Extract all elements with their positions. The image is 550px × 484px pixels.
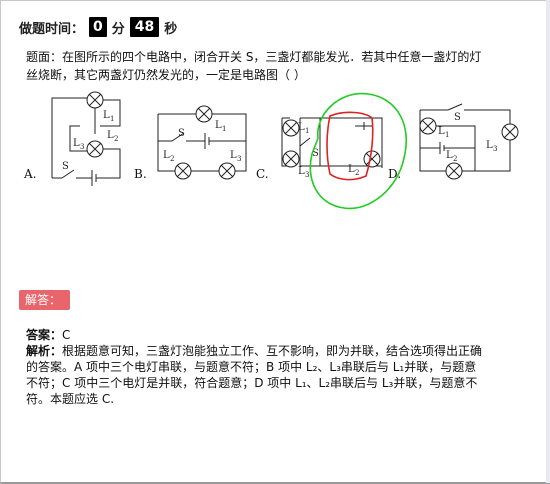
svg-text:3: 3 <box>305 171 309 179</box>
analysis-label: 解析： <box>26 344 63 358</box>
svg-text:2: 2 <box>114 135 118 143</box>
svg-text:L: L <box>486 140 493 151</box>
svg-text:2: 2 <box>453 155 457 163</box>
svg-text:2: 2 <box>170 155 174 163</box>
answer-line: 答案：C <box>26 327 550 343</box>
analysis-line-1: 解析：根据题意可知，三盏灯泡能独立工作、互不影响，即为并联，结合选项得出正确 <box>26 343 550 359</box>
svg-text:L: L <box>446 150 453 161</box>
timer-minutes: 0 <box>89 17 107 37</box>
option-c-label: C. <box>256 167 269 181</box>
svg-text:L: L <box>298 122 305 133</box>
timer: 做题时间： 0 分 48 秒 <box>19 16 177 38</box>
svg-text:L: L <box>215 120 222 131</box>
svg-text:S: S <box>62 161 69 172</box>
question-text: 题面：在图所示的四个电路中，闭合开关 S，三盏灯都能发光．若其中任意一盏灯的灯 … <box>26 48 550 84</box>
analysis-line-4: 符。本题应选 C. <box>26 392 115 406</box>
svg-text:3: 3 <box>493 145 497 153</box>
svg-text:2: 2 <box>355 169 359 177</box>
svg-text:1: 1 <box>305 127 309 135</box>
svg-text:1: 1 <box>445 131 449 139</box>
svg-text:L: L <box>163 150 170 161</box>
svg-text:L: L <box>107 130 114 141</box>
analysis-text-1: 根据题意可知，三盏灯泡能独立工作、互不影响，即为并联，结合选项得出正确 <box>62 344 483 358</box>
svg-text:L: L <box>438 126 445 137</box>
svg-text:L: L <box>73 138 80 149</box>
option-d-label: D. <box>388 167 402 181</box>
analysis-line-2: 的答案。A 项中三个电灯串联，与题意不符；B 项中 L₂、L₃串联后与 L₁并联… <box>26 360 477 374</box>
svg-text:L: L <box>348 164 355 175</box>
svg-text:1: 1 <box>110 115 114 123</box>
analysis-line-3: 不符；C 项中三个电灯是并联，符合题意；D 项中 L₁、L₂串联后与 L₃并联，… <box>26 376 478 390</box>
timer-minutes-unit: 分 <box>111 21 125 37</box>
answer-tag: 解答： <box>19 290 70 310</box>
question-line-2: 丝烧断，其它两盏灯仍然发光的，一定是电路图（ ） <box>26 68 306 82</box>
circuit-d: S L1 L2 L3 <box>419 103 519 180</box>
circuit-b: L1 S L2 L3 <box>157 105 247 180</box>
svg-text:S: S <box>454 112 461 123</box>
answer-section: 答案：C 解析：根据题意可知，三盏灯泡能独立工作、互不影响，即为并联，结合选项得… <box>26 327 550 407</box>
answer-value: C <box>62 328 71 342</box>
option-a-label: A. <box>24 167 37 181</box>
svg-text:L: L <box>298 166 305 177</box>
timer-seconds: 48 <box>129 17 160 37</box>
svg-text:3: 3 <box>237 155 241 163</box>
svg-text:L: L <box>103 110 110 121</box>
question-line-1: 题面：在图所示的四个电路中，闭合开关 S，三盏灯都能发光．若其中任意一盏灯的灯 <box>26 50 482 64</box>
timer-seconds-unit: 秒 <box>164 21 178 37</box>
circuit-diagrams: L1 L2 L3 S L1 S L2 L3 L 1 S L 3 L 2 S L … <box>51 91 519 210</box>
option-b-label: B. <box>134 167 147 181</box>
circuit-c: L1 S L3 L2 <box>281 92 408 210</box>
answer-label: 答案： <box>26 328 63 342</box>
timer-label: 做题时间： <box>19 21 85 37</box>
svg-text:S: S <box>178 128 185 139</box>
svg-text:1: 1 <box>222 125 226 133</box>
svg-text:3: 3 <box>80 143 84 151</box>
circuit-a: L1 L2 L3 S <box>51 91 121 186</box>
svg-text:L: L <box>230 150 237 161</box>
